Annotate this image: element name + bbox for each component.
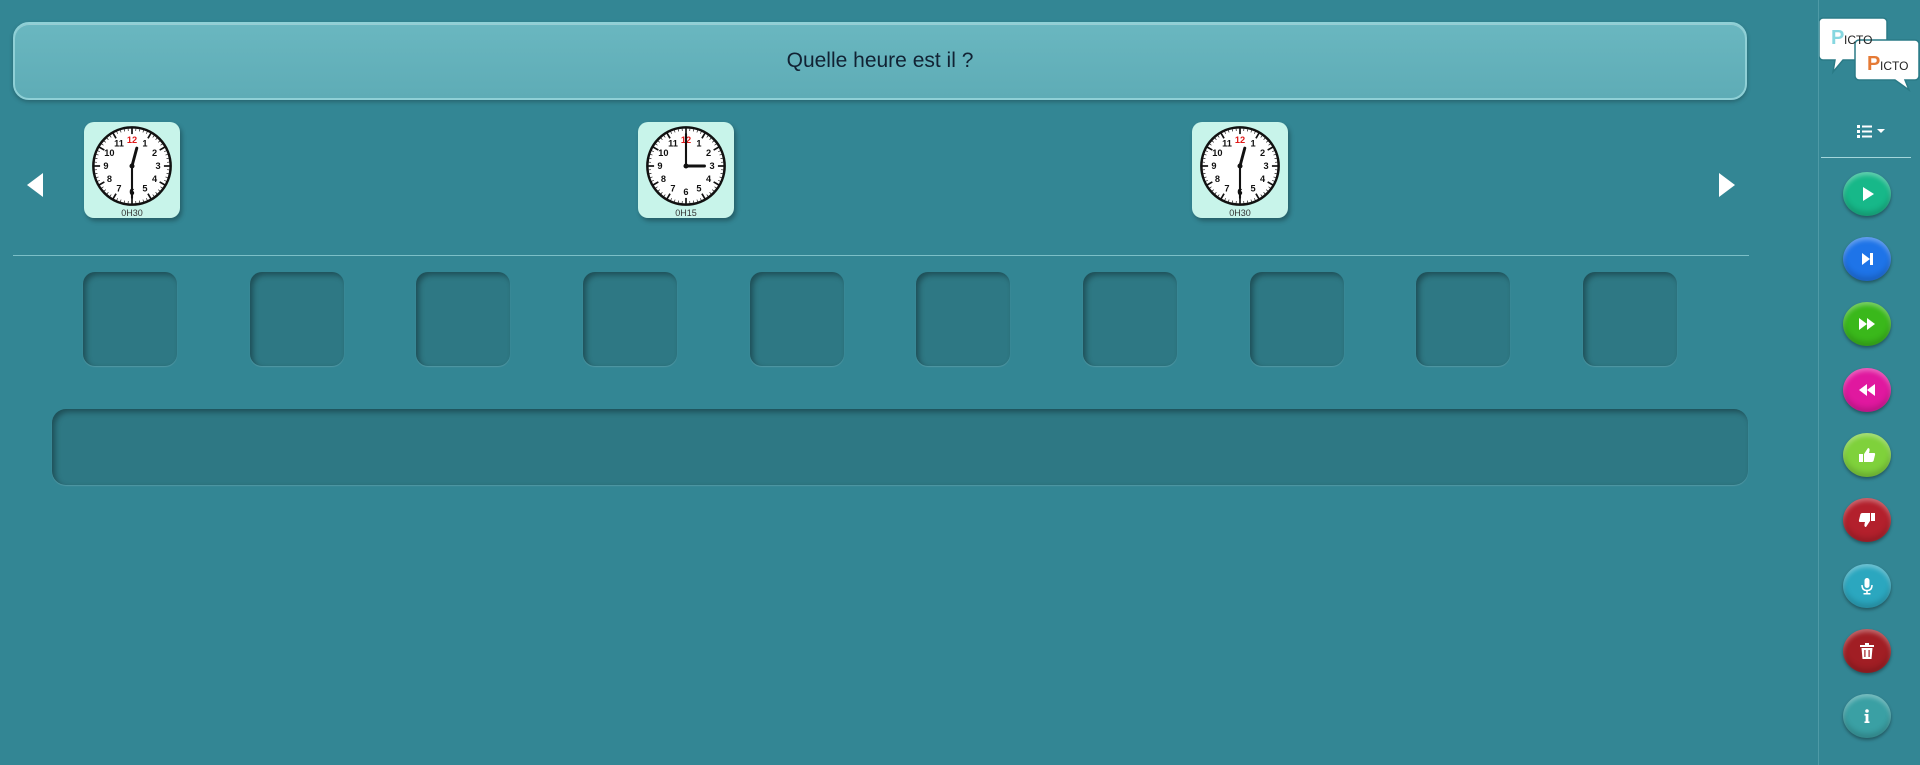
caret-right-icon xyxy=(1719,173,1735,197)
svg-text:3: 3 xyxy=(709,161,714,171)
svg-text:P: P xyxy=(1831,27,1844,49)
fast-forward-icon xyxy=(1859,318,1875,330)
clock-card[interactable]: 123456789101112 0H15 xyxy=(638,122,734,218)
menu-dropdown-toggle[interactable] xyxy=(1853,118,1893,144)
divider xyxy=(13,255,1749,256)
svg-text:8: 8 xyxy=(1215,174,1220,184)
microphone-icon xyxy=(1861,578,1873,595)
svg-text:9: 9 xyxy=(103,161,108,171)
clock-icon: 123456789101112 xyxy=(92,126,172,206)
svg-text:ICTO: ICTO xyxy=(1844,33,1872,47)
answer-slot[interactable] xyxy=(583,272,677,366)
svg-text:9: 9 xyxy=(1211,161,1216,171)
svg-text:7: 7 xyxy=(670,184,675,194)
thumbs-up-icon xyxy=(1859,448,1876,462)
previous-arrow-button[interactable] xyxy=(23,170,47,200)
delete-button[interactable] xyxy=(1843,629,1891,673)
svg-text:5: 5 xyxy=(142,184,147,194)
svg-text:3: 3 xyxy=(155,161,160,171)
svg-text:1: 1 xyxy=(142,139,147,149)
svg-text:10: 10 xyxy=(1212,148,1222,158)
svg-text:12: 12 xyxy=(127,135,137,145)
answer-slot[interactable] xyxy=(1083,272,1177,366)
answer-slot[interactable] xyxy=(1583,272,1677,366)
svg-text:8: 8 xyxy=(107,174,112,184)
fast-forward-button[interactable] xyxy=(1843,302,1891,346)
answer-slot[interactable] xyxy=(1416,272,1510,366)
question-text: Quelle heure est il ? xyxy=(786,49,974,72)
clock-card[interactable]: 123456789101112 0H30 xyxy=(1192,122,1288,218)
next-arrow-button[interactable] xyxy=(1715,170,1739,200)
svg-text:11: 11 xyxy=(1222,139,1232,149)
play-icon xyxy=(1863,187,1874,201)
step-forward-icon xyxy=(1862,253,1873,265)
answer-slot[interactable] xyxy=(916,272,1010,366)
svg-text:12: 12 xyxy=(1235,135,1245,145)
answer-slot[interactable] xyxy=(83,272,177,366)
svg-text:1: 1 xyxy=(696,139,701,149)
next-button[interactable] xyxy=(1843,237,1891,281)
question-bar: Quelle heure est il ? xyxy=(13,22,1747,100)
svg-text:3: 3 xyxy=(1263,161,1268,171)
answer-slot[interactable] xyxy=(250,272,344,366)
svg-text:10: 10 xyxy=(104,148,114,158)
svg-text:5: 5 xyxy=(1250,184,1255,194)
list-menu-icon xyxy=(1857,125,1885,138)
exercise-area: Quelle heure est il ? 123456789101112 0H… xyxy=(0,0,1818,765)
sentence-bar[interactable] xyxy=(52,409,1748,485)
svg-text:9: 9 xyxy=(657,161,662,171)
svg-text:6: 6 xyxy=(683,187,688,197)
picto-logo: P ICTO P ICTO xyxy=(1819,17,1920,92)
svg-text:11: 11 xyxy=(668,139,678,149)
svg-text:2: 2 xyxy=(1260,148,1265,158)
rewind-button[interactable] xyxy=(1843,368,1891,412)
svg-text:4: 4 xyxy=(1260,174,1266,184)
sidebar-divider xyxy=(1821,157,1911,158)
answer-slot[interactable] xyxy=(416,272,510,366)
microphone-button[interactable] xyxy=(1843,564,1891,608)
svg-text:7: 7 xyxy=(1224,184,1229,194)
thumbs-up-button[interactable] xyxy=(1843,433,1891,477)
card-caption: 0H30 xyxy=(121,208,143,218)
svg-text:ICTO: ICTO xyxy=(1880,59,1908,73)
answer-slot[interactable] xyxy=(1250,272,1344,366)
svg-text:1: 1 xyxy=(1250,139,1255,149)
info-button[interactable] xyxy=(1843,694,1891,738)
trash-icon xyxy=(1860,643,1874,659)
clock-icon: 123456789101112 xyxy=(646,126,726,206)
card-caption: 0H30 xyxy=(1229,208,1251,218)
card-caption: 0H15 xyxy=(675,208,697,218)
thumbs-down-button[interactable] xyxy=(1843,498,1891,542)
svg-text:11: 11 xyxy=(114,139,124,149)
thumbs-down-icon xyxy=(1858,513,1875,527)
svg-text:4: 4 xyxy=(152,174,158,184)
play-button[interactable] xyxy=(1843,172,1891,216)
caret-left-icon xyxy=(27,173,43,197)
clock-card[interactable]: 123456789101112 0H30 xyxy=(84,122,180,218)
svg-text:P: P xyxy=(1867,53,1880,75)
svg-text:4: 4 xyxy=(706,174,712,184)
info-icon xyxy=(1864,709,1870,723)
svg-text:10: 10 xyxy=(658,148,668,158)
svg-text:8: 8 xyxy=(661,174,666,184)
svg-text:2: 2 xyxy=(706,148,711,158)
answer-slot[interactable] xyxy=(750,272,844,366)
svg-text:7: 7 xyxy=(116,184,121,194)
svg-text:2: 2 xyxy=(152,148,157,158)
sidebar: P ICTO P ICTO xyxy=(1818,0,1920,765)
rewind-icon xyxy=(1859,384,1875,396)
svg-text:5: 5 xyxy=(696,184,701,194)
clock-icon: 123456789101112 xyxy=(1200,126,1280,206)
